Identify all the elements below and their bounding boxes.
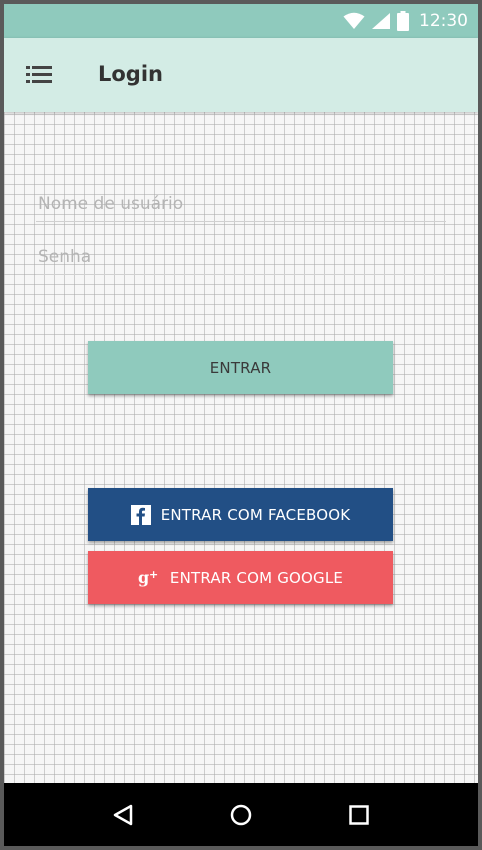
- recents-icon[interactable]: [339, 795, 379, 835]
- menu-icon[interactable]: [26, 66, 52, 88]
- svg-text:g: g: [138, 568, 149, 587]
- login-button-label: ENTRAR: [209, 358, 272, 377]
- wifi-icon: [343, 12, 365, 30]
- google-button-label: ENTRAR COM GOOGLE: [169, 568, 344, 587]
- password-field[interactable]: [36, 239, 446, 275]
- facebook-icon: [130, 504, 151, 525]
- battery-icon: [397, 11, 409, 31]
- navigation-bar: [4, 783, 478, 846]
- username-field[interactable]: [36, 186, 446, 222]
- facebook-login-button[interactable]: ENTRAR COM FACEBOOK: [88, 488, 393, 541]
- status-bar: 12:30: [4, 4, 478, 38]
- google-plus-icon: g +: [138, 568, 160, 588]
- app-bar: Login: [4, 38, 478, 112]
- facebook-button-label: ENTRAR COM FACEBOOK: [160, 505, 351, 524]
- svg-text:+: +: [149, 568, 158, 581]
- home-icon[interactable]: [221, 795, 261, 835]
- login-button[interactable]: ENTRAR: [88, 341, 393, 394]
- google-login-button[interactable]: g + ENTRAR COM GOOGLE: [88, 551, 393, 604]
- back-icon[interactable]: [103, 795, 143, 835]
- status-time: 12:30: [419, 11, 468, 31]
- device-screen: 12:30 Login ENTRAR ENTRAR COM FACEBOOK: [0, 0, 482, 850]
- page-title: Login: [98, 62, 163, 86]
- signal-icon: [371, 12, 391, 30]
